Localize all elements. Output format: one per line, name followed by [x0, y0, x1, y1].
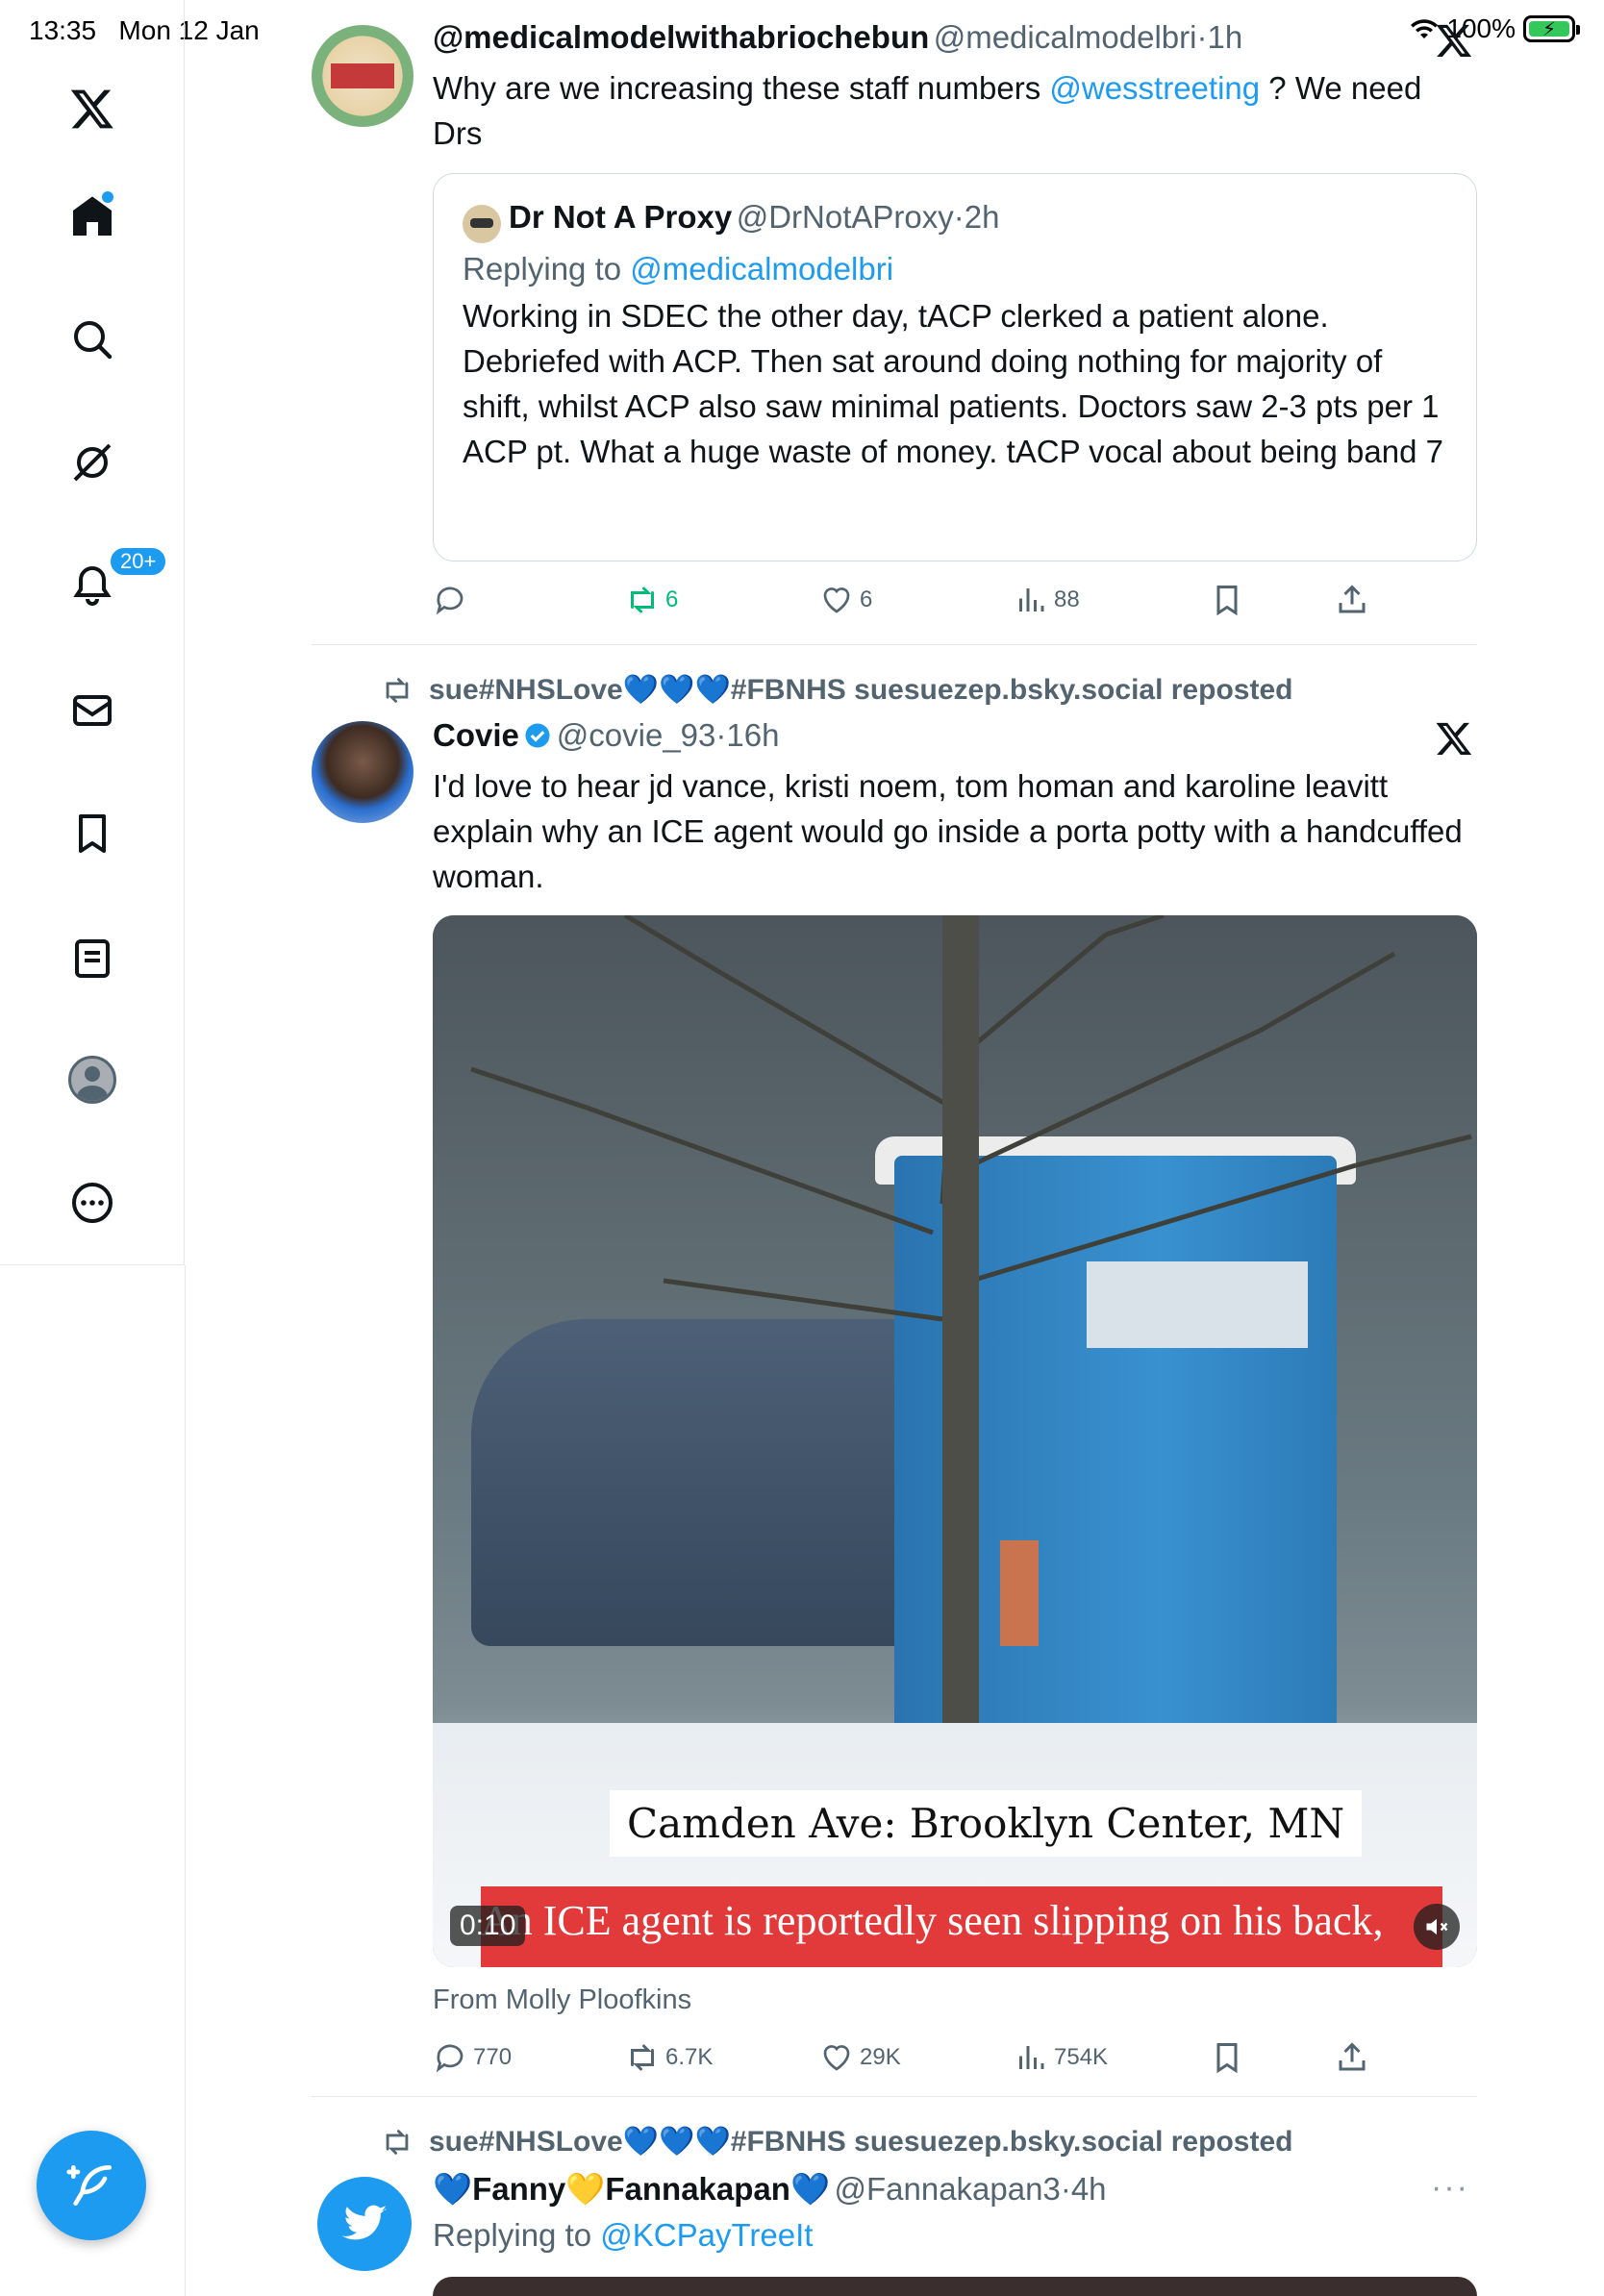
video-news-caption: An ICE agent is reportedly seen slipping…	[481, 1886, 1442, 1967]
bookmark-button[interactable]	[1210, 2040, 1244, 2075]
tweet-video[interactable]: Camden Ave: Brooklyn Center, MN An ICE a…	[433, 915, 1477, 1967]
like-count: 6	[860, 586, 873, 612]
profile-avatar	[68, 1056, 116, 1104]
author-name[interactable]: @medicalmodelwithabriochebun	[433, 19, 929, 55]
battery-icon: ⚡	[1523, 15, 1580, 42]
like-count: 29K	[860, 2044, 901, 2070]
tweet-actions: 770 6.7K 29K 754K	[433, 2036, 1366, 2079]
repost-small-icon	[386, 677, 409, 703]
video-duration: 0:10	[450, 1906, 526, 1946]
quote-time: 2h	[964, 199, 1000, 235]
x-source-icon	[1436, 722, 1472, 755]
replying-to: Replying to @KCPayTreeIt	[433, 2217, 814, 2253]
tweet-avatar[interactable]	[312, 721, 414, 823]
notifications-badge: 20+	[108, 545, 169, 578]
views-button[interactable]: 754K	[1014, 2040, 1108, 2075]
views-icon	[1019, 588, 1044, 611]
quote-header: Dr Not A Proxy @DrNotAProxy·2h	[463, 199, 1447, 243]
like-button[interactable]: 6	[819, 583, 872, 617]
video-source[interactable]: From Molly Ploofkins	[433, 1984, 691, 2016]
share-button[interactable]	[1335, 583, 1369, 617]
next-tweet-media-preview[interactable]	[433, 2277, 1477, 2296]
views-icon	[1019, 2046, 1044, 2069]
repost-count: 6	[665, 586, 679, 612]
bird-icon	[341, 2205, 388, 2240]
views-count: 88	[1054, 586, 1080, 612]
sidebar-divider	[185, 1265, 186, 2296]
speaker-muted-icon	[1426, 1918, 1448, 1935]
replying-handle[interactable]: @KCPayTreeIt	[600, 2217, 813, 2253]
author-name[interactable]: Covie	[433, 717, 519, 753]
tweet-text: Why are we increasing these staff number…	[433, 70, 1422, 151]
verified-badge-icon	[525, 723, 550, 748]
quote-text: Working in SDEC the other day, tACP cler…	[463, 297, 1443, 469]
tweet-medicalmodelbri[interactable]: @medicalmodelwithabriochebun @medicalmod…	[312, 0, 1477, 644]
quoted-tweet[interactable]: Dr Not A Proxy @DrNotAProxy·2h Replying …	[433, 173, 1477, 562]
repost-icon	[631, 2044, 654, 2071]
heart-icon	[823, 587, 850, 613]
tweet-time[interactable]: 16h	[726, 717, 779, 753]
repost-attribution: sue#NHSLove💙💙💙#FBNHS suesuezep.bsky.soci…	[381, 673, 1292, 707]
grok-icon[interactable]	[0, 429, 185, 496]
x-source-icon	[1436, 24, 1472, 57]
tweet-header: 💙Fanny💛Fannakapan💙 @Fannakapan3·4h	[433, 2171, 1107, 2207]
reply-icon	[436, 586, 464, 615]
repost-count: 6.7K	[665, 2044, 714, 2070]
compose-button[interactable]	[37, 2131, 146, 2240]
share-icon	[1339, 2042, 1366, 2071]
notifications-icon[interactable]: 20+	[0, 545, 185, 619]
profile-icon[interactable]	[0, 1046, 185, 1113]
bookmark-icon	[1216, 586, 1238, 616]
reply-button[interactable]: 770	[433, 2040, 512, 2075]
views-count: 754K	[1054, 2044, 1109, 2070]
bookmark-button[interactable]	[1210, 583, 1244, 617]
tweet-actions: 6 6 88	[433, 579, 1366, 621]
tweet-header: Covie @covie_93·16h	[433, 717, 780, 753]
home-icon[interactable]	[0, 183, 185, 250]
x-logo-icon[interactable]	[0, 75, 185, 142]
messages-icon[interactable]	[0, 677, 185, 744]
bookmarks-icon[interactable]	[0, 800, 185, 867]
share-button[interactable]	[1335, 2040, 1369, 2075]
tweet-fannakapan[interactable]: sue#NHSLove💙💙💙#FBNHS suesuezep.bsky.soci…	[312, 2096, 1477, 2296]
author-handle[interactable]: @covie_93	[557, 717, 716, 753]
quote-author-name: Dr Not A Proxy	[509, 199, 733, 235]
quote-author-handle: @DrNotAProxy	[736, 199, 954, 235]
more-options-button[interactable]: ···	[1431, 2169, 1469, 2207]
tweet-header: @medicalmodelwithabriochebun @medicalmod…	[433, 19, 1243, 55]
heart-icon	[823, 2045, 850, 2071]
tweet-time[interactable]: 4h	[1071, 2171, 1107, 2207]
like-button[interactable]: 29K	[819, 2040, 901, 2075]
views-button[interactable]: 88	[1014, 583, 1080, 617]
quote-replying: Replying to @medicalmodelbri	[463, 250, 894, 287]
tweet-time[interactable]: 1h	[1207, 19, 1242, 55]
quote-avatar	[463, 204, 501, 243]
repost-button[interactable]: 6	[625, 583, 678, 617]
tweet-avatar[interactable]	[312, 25, 414, 127]
tweet-text: I'd love to hear jd vance, kristi noem, …	[433, 768, 1463, 894]
share-icon	[1339, 585, 1366, 613]
search-icon[interactable]	[0, 306, 185, 373]
lists-icon[interactable]	[0, 925, 185, 992]
repost-small-icon	[386, 2129, 409, 2155]
reply-icon	[436, 2044, 464, 2073]
author-handle[interactable]: @Fannakapan3	[834, 2171, 1060, 2207]
repost-button[interactable]: 6.7K	[625, 2040, 713, 2075]
reply-count: 770	[473, 2044, 513, 2070]
compose-feather-icon	[66, 2165, 112, 2206]
author-handle[interactable]: @medicalmodelbri	[934, 19, 1197, 55]
more-icon[interactable]	[0, 1169, 185, 1236]
repost-icon	[631, 586, 654, 613]
mention-link[interactable]: @wesstreeting	[1049, 70, 1260, 106]
bookmark-icon	[1216, 2043, 1238, 2074]
reply-button[interactable]	[433, 583, 467, 617]
mute-button[interactable]	[1414, 1904, 1460, 1950]
tweet-covie[interactable]: sue#NHSLove💙💙💙#FBNHS suesuezep.bsky.soci…	[312, 644, 1477, 2096]
quote-replying-handle[interactable]: @medicalmodelbri	[630, 251, 893, 287]
author-name[interactable]: 💙Fanny💛Fannakapan💙	[433, 2171, 830, 2207]
tweet-avatar[interactable]	[317, 2177, 412, 2271]
video-location-caption: Camden Ave: Brooklyn Center, MN	[610, 1790, 1363, 1857]
repost-attribution: sue#NHSLove💙💙💙#FBNHS suesuezep.bsky.soci…	[381, 2125, 1292, 2159]
home-unread-dot	[102, 191, 113, 203]
